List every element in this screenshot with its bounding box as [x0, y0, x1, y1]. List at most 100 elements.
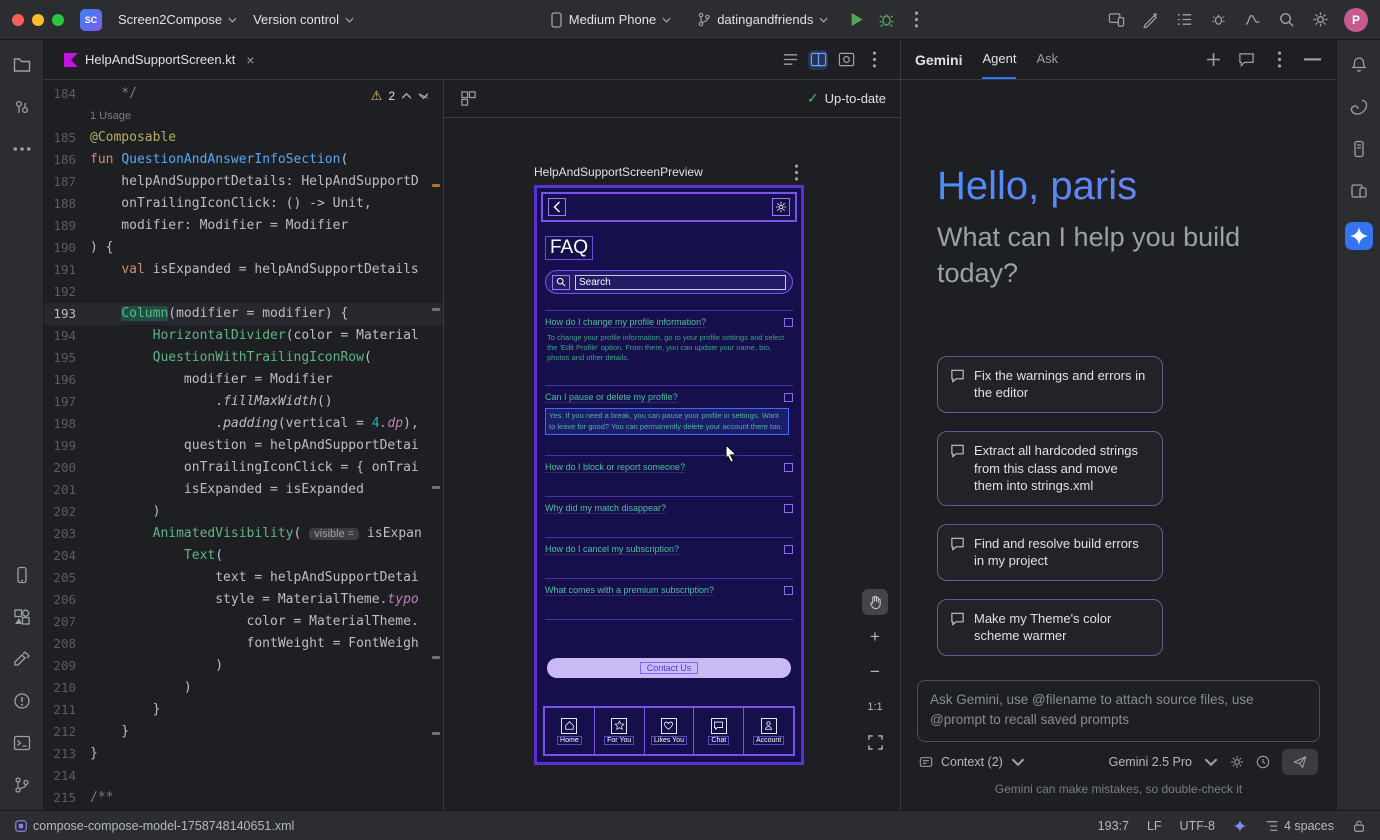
usage-hint[interactable]: 1 Usage	[90, 110, 131, 122]
code-line[interactable]: 211 }	[44, 699, 443, 721]
faq-item[interactable]: What comes with a premium subscription?	[545, 578, 793, 619]
line-number[interactable]: 205	[44, 567, 90, 589]
resource-manager-icon[interactable]	[11, 606, 33, 628]
expand-icon[interactable]	[784, 463, 793, 472]
file-encoding[interactable]: UTF-8	[1180, 819, 1215, 833]
editor-options-icon[interactable]	[864, 50, 884, 70]
gemini-spark-icon[interactable]	[1345, 222, 1373, 250]
run-button[interactable]	[846, 10, 866, 30]
line-number[interactable]: 212	[44, 721, 90, 743]
code-line[interactable]: 215/**	[44, 787, 443, 809]
model-selector[interactable]: Gemini 2.5 Pro	[1109, 755, 1192, 769]
ai-actions-icon[interactable]	[1140, 10, 1160, 30]
running-devices-icon[interactable]	[11, 564, 33, 586]
nav-item-account[interactable]: Account	[744, 708, 793, 754]
hide-panel-icon[interactable]	[1302, 50, 1322, 70]
nav-item-for-you[interactable]: For You	[595, 708, 645, 754]
more-actions-button[interactable]	[906, 10, 926, 30]
line-number[interactable]: 208	[44, 633, 90, 655]
nav-item-home[interactable]: Home	[545, 708, 595, 754]
faq-item[interactable]: How do I block or report someone?	[545, 455, 793, 496]
code-line[interactable]: 203 AnimatedVisibility( visible = isExpa…	[44, 523, 443, 545]
code-line[interactable]: 214	[44, 765, 443, 787]
suggestion-card[interactable]: Fix the warnings and errors in the edito…	[937, 356, 1163, 413]
prev-warning-icon[interactable]	[401, 92, 412, 100]
pan-tool-icon[interactable]	[862, 589, 888, 615]
line-number[interactable]: 202	[44, 501, 90, 523]
code-line[interactable]: 199 question = helpAndSupportDetai	[44, 435, 443, 457]
zoom-reset-button[interactable]: 1:1	[862, 694, 888, 720]
line-number[interactable]: 214	[44, 765, 90, 787]
gemini-settings-gear-icon[interactable]	[1230, 755, 1244, 769]
preview-more-icon[interactable]	[786, 162, 806, 182]
tab-agent[interactable]: Agent	[982, 40, 1016, 79]
preview-layout-icon[interactable]	[458, 89, 478, 109]
version-control-icon[interactable]	[11, 774, 33, 796]
status-file[interactable]: compose-compose-model-1758748140651.xml	[14, 819, 294, 833]
line-number[interactable]: 194	[44, 325, 90, 347]
line-separator[interactable]: LF	[1147, 819, 1162, 833]
terminal-icon[interactable]	[11, 732, 33, 754]
todo-list-icon[interactable]	[1174, 10, 1194, 30]
project-folder-icon[interactable]	[11, 54, 33, 76]
line-number[interactable]: 204	[44, 545, 90, 567]
line-number[interactable]: 210	[44, 677, 90, 699]
zoom-to-fit-icon[interactable]	[862, 729, 888, 755]
line-number[interactable]: 197	[44, 391, 90, 413]
device-manager-icon[interactable]	[1348, 180, 1370, 202]
app-inspection-icon[interactable]	[1208, 10, 1228, 30]
gradle-icon[interactable]	[1348, 96, 1370, 118]
more-tool-windows-icon[interactable]	[11, 138, 33, 160]
code-line[interactable]: 197 .fillMaxWidth()	[44, 391, 443, 413]
code-line[interactable]: 192	[44, 281, 443, 303]
code-line[interactable]: 205 text = helpAndSupportDetai	[44, 567, 443, 589]
zoom-in-button[interactable]: +	[862, 624, 888, 650]
code-line[interactable]: 1 Usage	[44, 105, 443, 127]
nav-item-chat[interactable]: Chat	[694, 708, 744, 754]
faq-item[interactable]: How do I change my profile information?T…	[545, 310, 793, 363]
new-chat-icon[interactable]	[1203, 50, 1223, 70]
search-input[interactable]: Search	[575, 275, 786, 290]
expand-icon[interactable]	[784, 504, 793, 513]
suggestion-card[interactable]: Make my Theme's color scheme warmer	[937, 599, 1163, 656]
code-line[interactable]: 210 )	[44, 677, 443, 699]
code-line[interactable]: 198 .padding(vertical = 4.dp),	[44, 413, 443, 435]
ai-status-icon[interactable]	[1233, 819, 1247, 833]
line-number[interactable]: 199	[44, 435, 90, 457]
code-line[interactable]: 207 color = MaterialTheme.	[44, 611, 443, 633]
preview-canvas[interactable]: HelpAndSupportScreenPreview	[444, 118, 900, 810]
code-line[interactable]: 189 modifier: Modifier = Modifier	[44, 215, 443, 237]
code-line[interactable]: 187 helpAndSupportDetails: HelpAndSuppor…	[44, 171, 443, 193]
line-number[interactable]	[44, 105, 90, 127]
code-line[interactable]: 213}	[44, 743, 443, 765]
line-number[interactable]: 206	[44, 589, 90, 611]
code-line[interactable]: 204 Text(	[44, 545, 443, 567]
line-number[interactable]: 201	[44, 479, 90, 501]
code-line[interactable]: 206 style = MaterialTheme.typo	[44, 589, 443, 611]
code-line[interactable]: 196 modifier = Modifier	[44, 369, 443, 391]
line-number[interactable]: 195	[44, 347, 90, 369]
code-line[interactable]: 195 QuestionWithTrailingIconRow(	[44, 347, 443, 369]
profiler-icon[interactable]	[1242, 10, 1262, 30]
inspection-widget[interactable]: ⚠ 2	[371, 88, 429, 104]
nav-item-likes-you[interactable]: Likes You	[645, 708, 695, 754]
caret-position[interactable]: 193:7	[1098, 819, 1129, 833]
line-number[interactable]: 209	[44, 655, 90, 677]
line-number[interactable]: 188	[44, 193, 90, 215]
build-icon[interactable]	[11, 648, 33, 670]
line-number[interactable]: 211	[44, 699, 90, 721]
line-number[interactable]: 189	[44, 215, 90, 237]
prompt-history-icon[interactable]	[1256, 755, 1270, 769]
code-editor[interactable]: 184 */1 Usage185@Composable186fun Questi…	[44, 80, 444, 810]
editor-tab[interactable]: HelpAndSupportScreen.kt ×	[52, 40, 267, 79]
pull-requests-icon[interactable]	[11, 96, 33, 118]
back-button[interactable]	[548, 198, 566, 216]
line-number[interactable]: 187	[44, 171, 90, 193]
code-line[interactable]: 193 Column(modifier = modifier) {	[44, 303, 443, 325]
line-number[interactable]: 193	[44, 303, 90, 325]
line-number[interactable]: 203	[44, 523, 90, 545]
avatar[interactable]: P	[1344, 8, 1368, 32]
indent-config[interactable]: 4 spaces	[1265, 819, 1334, 833]
expand-icon[interactable]	[784, 545, 793, 554]
contact-us-button[interactable]: Contact Us	[547, 658, 791, 678]
